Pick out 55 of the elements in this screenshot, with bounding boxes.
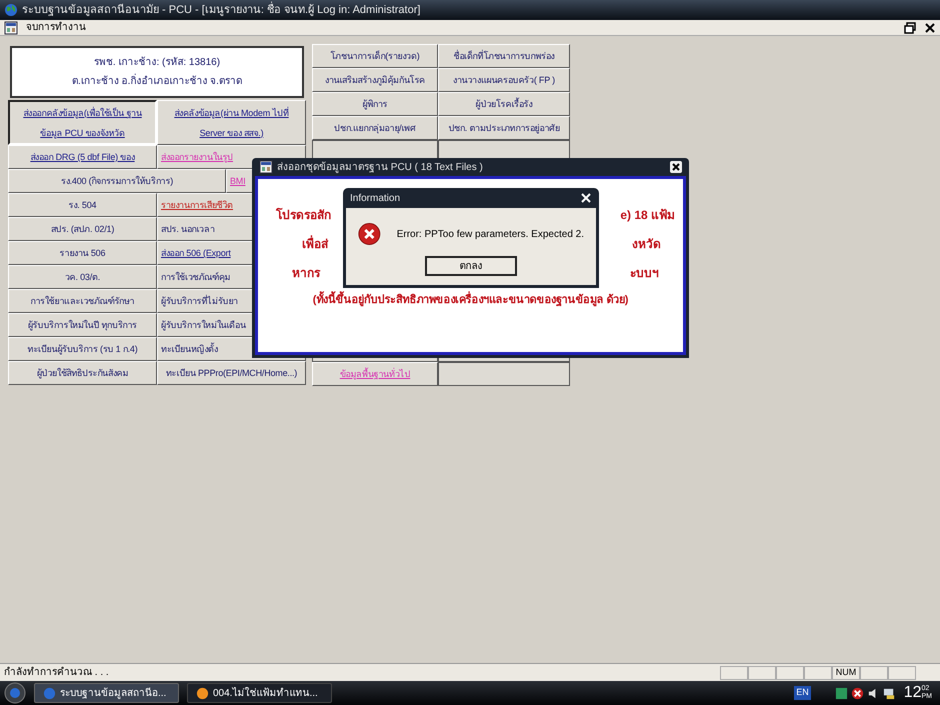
ok-button[interactable]: ตกลง [425,256,517,276]
window-title: ระบบฐานข้อมูลสถานีอนามัย - PCU - [เมนูรายงาน: ชื่อ จนท.ผู้ Log in: Administrator] [22,2,420,18]
status-panel [804,666,832,680]
status-panel [860,666,888,680]
status-text: กำลังทำการคำนวณ . . . [3,666,110,680]
message-text: (ทั้งนี้ขึ้นอยู่กับประสิทธิภาพของเครื่องฯและขนาดของฐานข้อมูล ด้วย) [312,292,628,308]
grid-button[interactable]: รายงาน 506 [8,241,157,265]
header-text: ต.เกาะช้าง อ.กิ่งอำเภอเกาะช้าง จ.ตราด [72,74,242,89]
grid-button[interactable]: งานวางแผนครอบครัว( FP ) [438,68,570,92]
grid-button[interactable]: รง.400 (กิจกรรมการให้บริการ) [8,169,226,193]
grid-button[interactable]: ทะเบียนผู้รับบริการ (รบ 1 ก.4) [8,337,157,361]
grid-button[interactable]: ผู้รับบริการใหม่ในปี ทุกบริการ [8,313,157,337]
grid-button[interactable]: วค. 03/ต. [8,265,157,289]
grid-button[interactable]: ส่งออกคลังข้อมูล(เพื่อใช้เป็น ฐานข้อมูล PCU ของจังหวัด [8,100,157,145]
grid-button[interactable]: ชื่อเด็กที่โภชนาการบกพร่อง [438,44,570,68]
globe-icon [43,686,56,700]
restore-icon[interactable] [904,22,916,34]
grid-button[interactable]: ผู้พิการ [312,92,438,116]
tray-icon[interactable] [834,686,848,700]
num-lock-indicator: NUM [832,666,860,680]
message-text: งหวัด [632,236,661,253]
grid-button[interactable]: ปชก.แยกกลุ่มอายุ/เพศ [312,116,438,140]
error-icon [358,220,381,248]
taskbar-button[interactable]: ระบบฐานข้อมูลสถานีอ... [34,683,179,703]
status-panel [888,666,916,680]
language-indicator[interactable]: EN [794,686,811,700]
taskbar-button[interactable]: 004.ไม่ใช่แฟ้มทำแทน... [187,683,332,703]
grid-button[interactable]: ผู้ป่วยใช้สิทธิประกันสังคม [8,361,157,385]
error-icon[interactable] [850,686,864,700]
error-message: Error: PPToo few parameters. Expected 2. [396,228,584,242]
close-icon[interactable] [670,161,682,173]
grid-button[interactable]: การใช้ยาและเวชภัณฑ์รักษา [8,289,157,313]
grid-button[interactable]: รง. 504 [8,193,157,217]
status-panel [748,666,776,680]
start-icon[interactable] [4,682,26,704]
grid-button[interactable]: ปชก. ตามประเภทการอยู่อาศัย [438,116,570,140]
network-icon[interactable] [882,686,896,700]
grid-button[interactable]: สปร. (สปภ. 02/1) [8,217,157,241]
orb-icon [196,686,209,700]
menu-item[interactable]: จบการทำงาน [26,20,86,35]
message-text: e) 18 แฟ้ม [620,207,675,224]
message-text: ะบบฯ [630,265,659,282]
globe-icon [4,3,18,17]
grid-button[interactable]: โภชนาการเด็ก(รายงวด) [312,44,438,68]
status-panel [720,666,748,680]
close-icon[interactable] [924,22,936,34]
dialog-title: Information [350,192,400,206]
header-text: รพช. เกาะช้าง: (รหัส: 13816) [94,56,220,70]
grid-button[interactable]: งานเสริมสร้างภูมิคุ้มกันโรค [312,68,438,92]
form-icon [259,160,273,174]
grid-button[interactable]: ทะเบียน PPPro(EPI/MCH/Home...) [157,361,306,385]
grid-button[interactable]: ผู้ป่วยโรคเรื้อรัง [438,92,570,116]
grid-button[interactable]: ส่งออก DRG (5 dbf File) ของ [8,145,157,169]
grid-button[interactable]: ส่งคลังข้อมูล(ผ่าน Modem ไปที่ Server ของ สสจ.) [157,100,306,145]
status-panel [776,666,804,680]
